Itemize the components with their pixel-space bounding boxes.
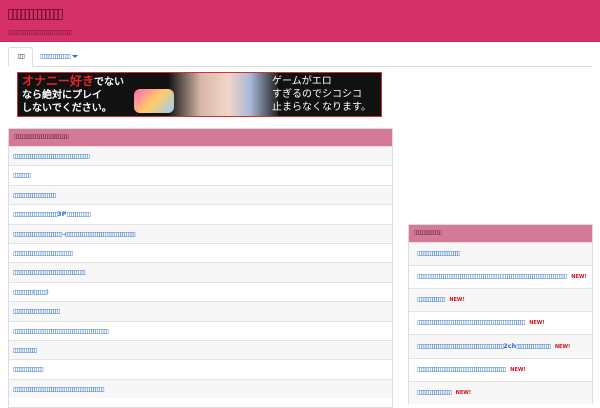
- new-badge: NEW!: [554, 344, 571, 350]
- banner-text: でない: [94, 77, 125, 88]
- article-link[interactable]: ▯▯▯▯▯▯▯▯: [9, 165, 392, 184]
- article-link[interactable]: ▯▯▯▯▯▯▯▯▯▯▯▯▯▯▯▯▯▯▯▯▯▯▯▯▯▯▯▯▯▯▯▯▯▯▯▯▯▯▯▯…: [9, 378, 392, 399]
- recent-article-link[interactable]: ▯▯▯▯▯▯▯▯▯▯▯▯▯▯▯▯▯▯▯▯▯▯▯▯▯▯▯▯▯▯▯▯▯▯▯▯▯▯▯▯…: [409, 334, 592, 358]
- article-link[interactable]: ▯▯▯▯▯▯▯▯▯▯▯▯▯▯▯▯▯▯▯▯▯▯▯▯▯▯▯▯▯▯▯▯▯▯: [9, 262, 392, 282]
- recent-article-link[interactable]: ▯▯▯▯▯▯▯▯▯▯▯▯▯ NEW!: [409, 288, 592, 311]
- panel-header: ▯▯▯▯▯▯▯▯▯▯▯▯▯▯▯▯▯▯▯▯▯▯▯▯▯▯▯▯: [9, 129, 392, 146]
- new-badge: NEW!: [571, 274, 587, 280]
- new-badge: NEW!: [455, 390, 472, 396]
- recent-article-link[interactable]: ▯▯▯▯▯▯▯▯▯▯▯▯▯▯▯▯ NEW!: [409, 381, 592, 404]
- banner-left-text: オナニー好きでない なら絶対にプレイ しないでください。: [22, 75, 124, 115]
- article-link[interactable]: ▯▯▯▯▯▯▯▯▯ (▯▯▯▯▯▯): [9, 281, 392, 301]
- new-badge: NEW!: [510, 367, 526, 373]
- banner-hot-text: オナニー好き: [22, 74, 95, 88]
- recent-articles-panel: ▯▯▯▯▯▯▯▯▯▯▯▯▯▯ ▯▯▯▯▯▯▯▯▯▯▯▯▯▯▯▯▯▯▯▯ ▯▯▯▯ …: [408, 224, 593, 404]
- banner-right-text: ゲームがエロ すぎるのでシコシコ 止まらなくなります。: [272, 75, 371, 114]
- recent-article-link[interactable]: ▯▯▯▯▯▯▯▯▯▯▯▯▯▯▯▯▯▯▯▯▯▯▯▯▯▯▯▯▯▯▯▯▯▯▯▯▯▯▯▯…: [409, 311, 592, 334]
- panel-header: ▯▯▯▯▯▯▯▯▯▯▯▯▯▯: [409, 225, 592, 242]
- caret-down-icon: [72, 55, 79, 58]
- article-link[interactable]: ▯▯▯▯▯▯▯▯▯▯▯▯▯▯▯▯▯▯▯▯▯▯▯▯▯▯▯▯▯▯▯▯▯▯▯▯▯▯▯▯…: [9, 320, 392, 340]
- ad-banner[interactable]: オナニー好きでない なら絶対にプレイ しないでください。 ゲームがエロ すぎるの…: [17, 72, 382, 117]
- banner-text: すぎるのでシコシコ: [272, 89, 362, 100]
- recent-article-link[interactable]: ▯▯▯▯▯▯▯▯▯▯▯▯▯▯▯▯▯▯▯▯: [409, 242, 592, 265]
- banner-text: しないでください。: [22, 103, 112, 114]
- new-badge: NEW!: [449, 297, 465, 303]
- dropdown-label: ▯▯▯▯▯▯▯▯▯▯▯▯▯▯: [40, 53, 71, 60]
- site-subtitle: ▯▯▯▯▯▯▯▯▯▯▯▯▯▯▯▯▯▯▯▯▯▯▯▯▯▯▯▯▯▯: [8, 29, 72, 36]
- tab-home[interactable]: ▯▯▯: [8, 47, 33, 67]
- nav-tabs: ▯▯▯ ▯▯▯▯▯▯▯▯▯▯▯▯▯▯: [8, 47, 592, 67]
- article-list-panel: ▯▯▯▯▯▯▯▯▯▯▯▯▯▯▯▯▯▯▯▯▯▯▯▯▯▯▯▯ ▯▯▯▯▯▯▯▯▯▯▯…: [8, 128, 393, 408]
- article-link[interactable]: ▯▯▯▯▯▯▯▯▯▯▯▯▯▯: [9, 359, 392, 378]
- site-header: ▯▯▯▯▯▯▯▯▯▯▯▯▯ ▯▯▯▯▯▯▯▯▯▯▯▯▯▯▯▯▯▯▯▯▯▯▯▯▯▯…: [0, 0, 600, 42]
- game-logo: [134, 89, 174, 113]
- site-title[interactable]: ▯▯▯▯▯▯▯▯▯▯▯▯▯: [7, 6, 64, 22]
- banner-text: ゲームがエロ: [272, 76, 332, 87]
- article-link[interactable]: ▯▯▯▯▯▯▯▯▯▯▯▯▯▯▯▯▯▯▯▯▯▯▯▯▯▯▯▯▯▯▯▯▯▯▯▯: [9, 146, 392, 166]
- article-link[interactable]: ▯▯▯▯▯▯▯▯▯▯▯▯▯▯▯▯▯▯▯▯: [9, 184, 392, 205]
- recent-article-link[interactable]: ▯▯▯▯ ▯▯▯▯▯▯▯▯▯▯▯▯▯▯▯▯▯▯▯▯▯▯▯▯▯▯▯▯▯▯▯▯▯▯▯…: [409, 265, 592, 288]
- banner-text: なら絶対にプレイ: [22, 90, 102, 101]
- banner-text: 止まらなくなります。: [272, 102, 371, 113]
- article-link[interactable]: ▯▯▯▯▯▯▯▯▯▯▯▯▯▯▯▯▯▯▯▯▯▯▯→▯▯▯▯▯▯▯▯▯▯▯▯▯▯▯▯…: [9, 223, 392, 243]
- article-link[interactable]: ▯▯▯▯▯▯▯▯▯▯▯: [9, 339, 392, 360]
- new-badge: NEW!: [529, 320, 545, 326]
- banner-image: [168, 73, 278, 116]
- article-link[interactable]: ▯▯▯▯▯▯▯▯▯▯▯▯▯▯▯▯▯▯▯▯▯▯: [9, 301, 392, 321]
- article-link[interactable]: ▯▯▯▯▯▯▯▯▯▯▯▯▯▯▯▯▯▯▯▯▯▯▯▯▯▯▯▯: [9, 242, 392, 262]
- category-dropdown[interactable]: ▯▯▯▯▯▯▯▯▯▯▯▯▯▯: [40, 47, 79, 67]
- article-link[interactable]: ▯▯▯▯▯▯▯▯▯▯▯▯▯▯▯▯▯▯▯▯▯3P▯▯▯▯▯▯▯▯▯▯▯: [9, 204, 392, 223]
- recent-article-link[interactable]: ▯▯▯▯▯▯▯▯▯▯▯▯▯▯▯▯▯▯▯▯▯▯▯▯▯▯▯▯▯▯▯▯▯▯▯▯▯▯▯▯…: [409, 358, 592, 381]
